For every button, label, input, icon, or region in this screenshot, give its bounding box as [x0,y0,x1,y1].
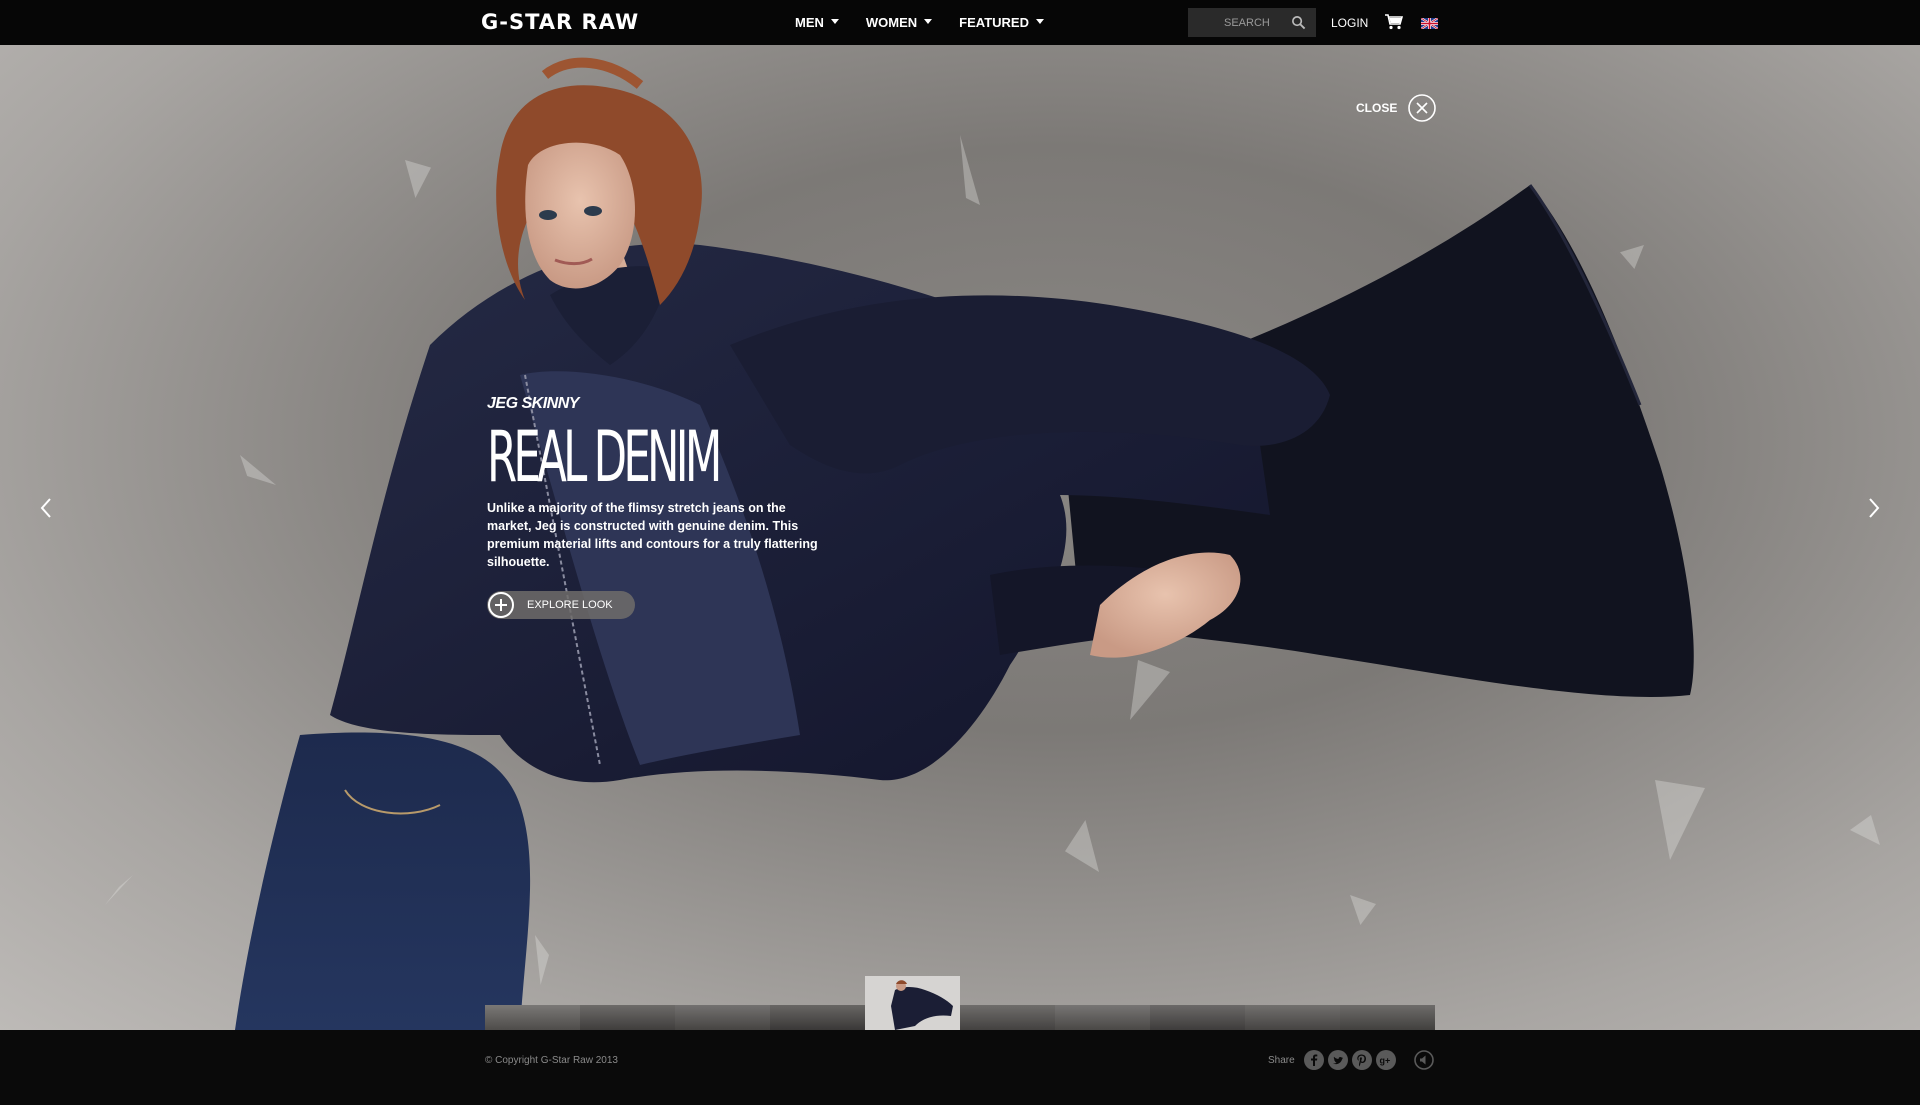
chevron-left-icon[interactable] [36,493,56,523]
nav-women-label: WOMEN [865,15,918,30]
main-nav: MEN WOMEN FEATURED [795,0,1071,45]
nav-women[interactable]: WOMEN [865,15,933,30]
facebook-icon[interactable] [1304,1050,1324,1070]
nav-featured-label: FEATURED [959,15,1029,30]
thumbnail-active[interactable] [865,976,960,1030]
thumbnail[interactable] [485,1005,580,1030]
thumbnail[interactable] [675,1005,770,1030]
caret-down-icon [830,19,839,24]
close-icon [1408,94,1437,122]
search-box [1188,8,1316,37]
top-navigation-bar: G-STAR RAW MEN WOMEN FEATURED LOGIN [0,0,1920,45]
thumbnail[interactable] [1055,1005,1150,1030]
nav-featured[interactable]: FEATURED [959,15,1044,30]
plus-icon [488,592,514,618]
search-input[interactable] [1188,8,1284,37]
thumbnail[interactable] [1150,1005,1245,1030]
google-plus-icon[interactable]: g+ [1376,1050,1396,1070]
product-name: JEG SKINNY [487,395,579,412]
caret-down-icon [924,19,933,24]
sound-icon[interactable] [1414,1050,1434,1070]
footer: © Copyright G-Star Raw 2013 Share g+ [0,1030,1920,1105]
pinterest-icon[interactable] [1352,1050,1372,1070]
share-label: Share [1268,1055,1295,1066]
chevron-right-icon[interactable] [1864,493,1884,523]
uk-flag-icon[interactable] [1421,18,1438,29]
close-button[interactable]: CLOSE [1356,93,1437,123]
look-description: JEG SKINNY REAL DENIM Unlike a majority … [487,395,827,624]
svg-text:g+: g+ [1380,1056,1391,1066]
thumbnail[interactable] [1245,1005,1340,1030]
thumbnail-strip [485,1005,1435,1030]
explore-look-label: EXPLORE LOOK [527,599,613,611]
thumbnail[interactable] [770,1005,865,1030]
thumbnail[interactable] [1340,1005,1435,1030]
thumbnail-model-image [891,980,953,1030]
copyright-text: © Copyright G-Star Raw 2013 [485,1055,618,1066]
hero-lookbook: CLOSE JEG SKINNY REAL DENIM Unlike a maj… [0,45,1920,1030]
cart-icon[interactable] [1385,14,1403,30]
nav-men[interactable]: MEN [795,15,839,30]
search-icon[interactable] [1291,15,1306,30]
caret-down-icon [1035,19,1044,24]
twitter-icon[interactable] [1328,1050,1348,1070]
model-photo [235,57,1694,1030]
headline: REAL DENIM [487,416,722,498]
nav-men-label: MEN [795,15,824,30]
close-label: CLOSE [1356,101,1398,115]
description-text: Unlike a majority of the flimsy stretch … [487,501,818,569]
thumbnail[interactable] [960,1005,1055,1030]
logo[interactable]: G-STAR RAW [481,10,639,34]
login-link[interactable]: LOGIN [1331,16,1368,30]
thumbnail[interactable] [580,1005,675,1030]
explore-look-button[interactable]: EXPLORE LOOK [487,591,635,619]
